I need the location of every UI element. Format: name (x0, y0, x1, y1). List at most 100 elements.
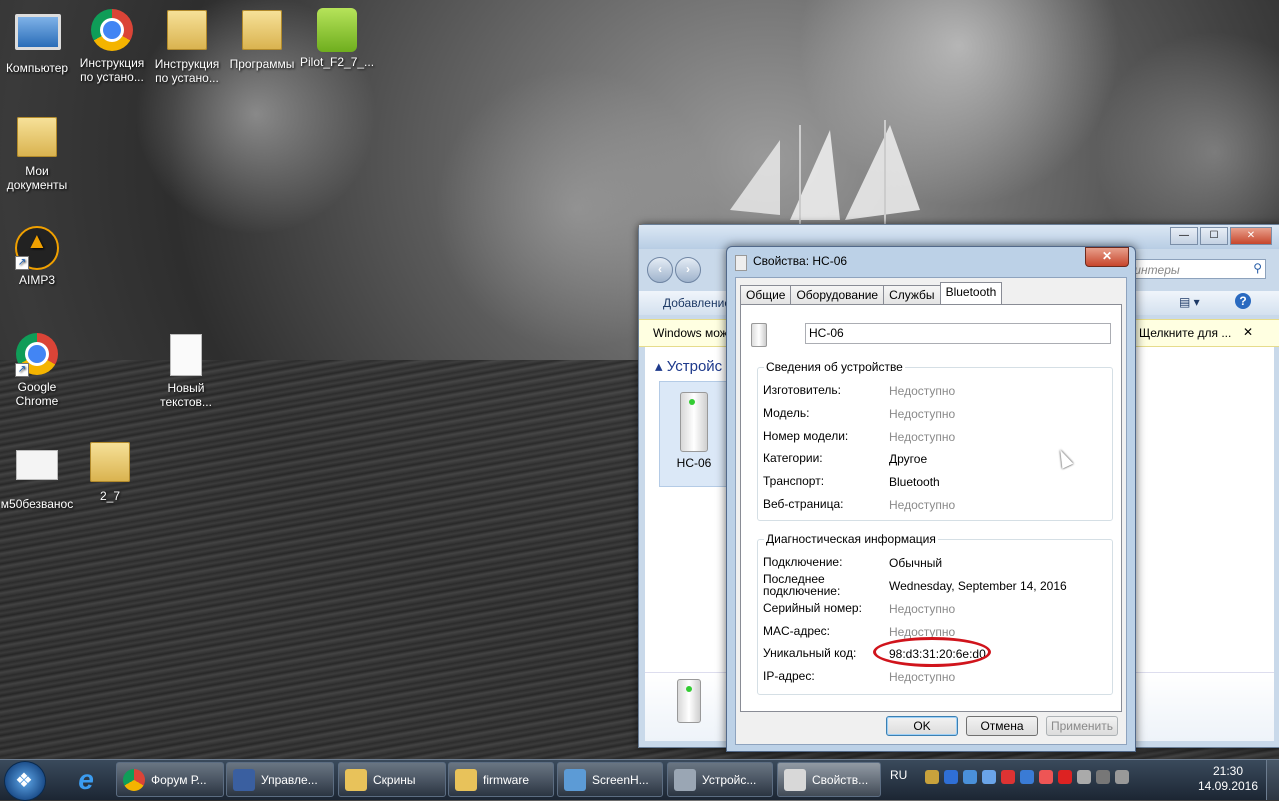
taskbar-item[interactable]: Свойств... (777, 762, 881, 797)
forward-arrow-icon[interactable]: › (675, 257, 701, 283)
back-arrow-icon[interactable]: ‹ (647, 257, 673, 283)
maximize-button[interactable]: ☐ (1200, 227, 1228, 245)
folder-icon (17, 117, 57, 157)
property-value: Недоступно (889, 498, 956, 512)
device-label: HC-06 (676, 456, 712, 470)
ok-button[interactable]: OK (886, 716, 958, 736)
device-tower-icon (784, 769, 806, 791)
volume-icon[interactable] (1096, 770, 1110, 784)
desktop-icon-m50[interactable]: м50безванос (0, 440, 74, 511)
desktop-icon-pilot[interactable]: Pilot_F2_7_... (300, 8, 374, 69)
search-icon[interactable]: ⚲ (1253, 261, 1262, 275)
close-button[interactable]: ✕ (1085, 247, 1129, 267)
help-icon[interactable]: ? (1235, 293, 1251, 309)
device-name-field[interactable]: HC-06 (805, 323, 1111, 344)
taskbar-item[interactable]: firmware (448, 762, 554, 797)
property-label: Транспорт: (763, 474, 825, 488)
internet-explorer-icon[interactable]: e (66, 764, 106, 796)
taskbar-item-label: firmware (483, 773, 530, 787)
desktop-icon-aimp3[interactable]: ↗ AIMP3 (0, 224, 74, 287)
tray-app-icon[interactable] (963, 770, 977, 784)
language-indicator[interactable]: RU (890, 768, 907, 782)
image-file-icon (16, 450, 58, 480)
device-tower-icon (680, 392, 708, 452)
tray-app-icon[interactable] (925, 770, 939, 784)
show-desktop-button[interactable] (1266, 760, 1279, 800)
desktop-icon-google-chrome[interactable]: ↗ Google Chrome (0, 332, 74, 408)
desktop-icon-label: Новый текстов... (160, 381, 212, 409)
desktop-icon-label: Программы (229, 57, 295, 71)
desktop-icon-label: Мои документы (6, 164, 68, 192)
archive-icon (317, 8, 357, 52)
network-icon[interactable] (1077, 770, 1091, 784)
property-value: Недоступно (889, 670, 956, 684)
device-tower-icon (677, 679, 701, 723)
warning-icon[interactable] (1058, 770, 1072, 784)
cancel-button[interactable]: Отмена (966, 716, 1038, 736)
desktop-icon-label: 2_7 (99, 489, 121, 503)
computer-icon (15, 14, 61, 50)
tray-app-icon[interactable] (1020, 770, 1034, 784)
folder-icon (345, 769, 367, 791)
tab-services[interactable]: Службы (883, 285, 941, 305)
add-device-button[interactable]: Добавление (663, 296, 731, 310)
taskbar-item[interactable]: Форум Р... (116, 762, 224, 797)
window-controls: — ☐ ✕ (1170, 227, 1272, 245)
tray-app-icon[interactable] (1039, 770, 1053, 784)
close-icon[interactable]: ✕ (1243, 325, 1253, 339)
bluetooth-icon[interactable] (944, 770, 958, 784)
desktop-icon-label: Инструкция по устано... (154, 57, 220, 85)
tab-bluetooth[interactable]: Bluetooth (939, 282, 1003, 306)
desktop-icon-new-text[interactable]: Новый текстов... (149, 332, 223, 409)
property-value: Обычный (889, 556, 943, 570)
desktop-icon-programs[interactable]: Программы (225, 8, 299, 71)
taskbar-item[interactable]: Скрины (338, 762, 446, 797)
folder-icon (242, 10, 282, 50)
chrome-icon (91, 9, 133, 51)
taskbar-item[interactable]: Управле... (226, 762, 334, 797)
taskbar-item[interactable]: ScreenH... (557, 762, 663, 797)
property-value: Недоступно (889, 384, 956, 398)
text-document-icon (170, 334, 202, 376)
desktop-icon-label: м50безванос (0, 497, 74, 511)
property-label: Веб-страница: (763, 497, 844, 511)
clock-time: 21:30 (1212, 764, 1244, 778)
view-options-icon[interactable]: ▤ ▾ (1179, 295, 1200, 309)
clock-date: 14.09.2016 (1197, 779, 1259, 793)
group-heading[interactable]: ▴ Устройс (655, 357, 722, 375)
desktop-icon-2-7[interactable]: 2_7 (73, 440, 147, 503)
minimize-button[interactable]: — (1170, 227, 1198, 245)
taskbar-item[interactable]: Устройс... (667, 762, 773, 797)
desktop-icon-instruction-1[interactable]: Инструкция по устано... (75, 8, 149, 84)
properties-dialog[interactable]: Свойства: HC-06 ✕ Общие Оборудование Слу… (726, 246, 1136, 752)
highlight-ellipse (873, 637, 991, 667)
group-title: Диагностическая информация (764, 532, 938, 546)
device-small-icon (735, 255, 747, 271)
group-title: Сведения об устройстве (764, 360, 905, 374)
property-value: Bluetooth (889, 475, 940, 489)
close-button[interactable]: ✕ (1230, 227, 1272, 245)
dialog-title: Свойства: HC-06 (753, 254, 848, 268)
tray-app-icon[interactable] (1001, 770, 1015, 784)
desktop-icon-my-documents[interactable]: Мои документы (0, 115, 74, 192)
desktop-icon-instruction-2[interactable]: Инструкция по устано... (150, 8, 224, 85)
shortcut-arrow-icon: ↗ (15, 256, 29, 270)
taskbar-item-label: Форум Р... (151, 773, 207, 787)
start-button[interactable] (4, 761, 46, 801)
clock[interactable]: 21:30 14.09.2016 (1196, 764, 1260, 794)
desktop-icon-computer[interactable]: Компьютер (0, 8, 74, 75)
device-tile[interactable]: HC-06 (659, 381, 729, 487)
info-bar-action[interactable]: Щелкните для ... (1139, 326, 1231, 340)
folder-icon (455, 769, 477, 791)
property-label: IP-адрес: (763, 669, 815, 683)
tray-app-icon[interactable] (982, 770, 996, 784)
dialog-body: Общие Оборудование Службы Bluetooth HC-0… (735, 277, 1127, 745)
tab-general[interactable]: Общие (740, 285, 792, 305)
info-bar-text: Windows мож (653, 326, 728, 340)
bluetooth-tab-page: HC-06 Сведения об устройстве Изготовител… (740, 304, 1122, 712)
tab-hardware[interactable]: Оборудование (790, 285, 885, 305)
nav-buttons: ‹ › (647, 257, 701, 283)
property-value: Недоступно (889, 430, 956, 444)
tray-app-icon[interactable] (1115, 770, 1129, 784)
apply-button[interactable]: Применить (1046, 716, 1118, 736)
